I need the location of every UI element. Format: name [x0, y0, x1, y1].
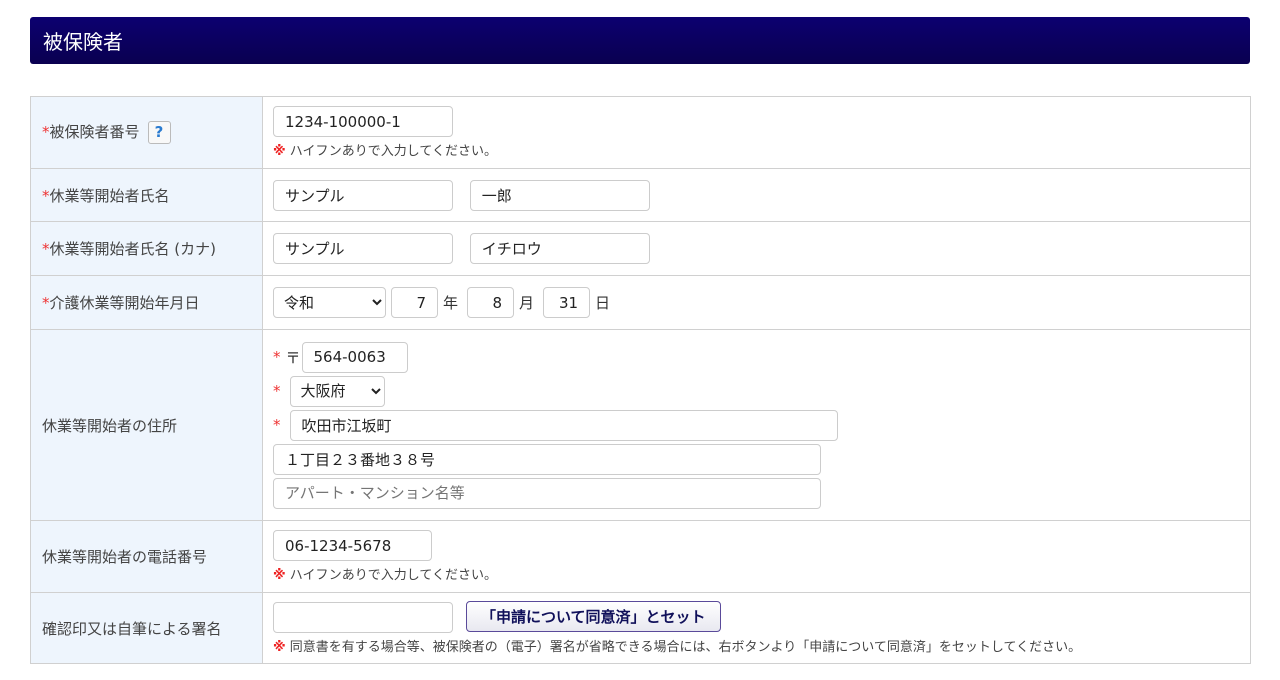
day-unit: 日 [595, 294, 611, 312]
era-select[interactable]: 令和 [273, 287, 386, 318]
note: ハイフンありで入力してください。 [289, 568, 498, 583]
section-header: 被保険者 [30, 17, 1250, 64]
help-icon[interactable]: ? [147, 121, 171, 144]
prefecture-select[interactable]: 大阪府 [289, 375, 385, 407]
postal-code-input[interactable] [301, 341, 408, 373]
required-mark: * [42, 123, 50, 141]
label: 休業等開始者の電話番号 [30, 520, 263, 593]
row-phone: 休業等開始者の電話番号 ※ ハイフンありで入力してください。 [30, 520, 1251, 593]
row-insured-number: *被保険者番号? ※ ハイフンありで入力してください。 [30, 96, 1251, 169]
signature-input[interactable] [273, 601, 453, 633]
set-consent-button[interactable]: 「申請について同意済」とセット [466, 601, 721, 633]
street-input[interactable] [273, 443, 821, 475]
row-kana: *休業等開始者氏名 (カナ) [30, 221, 1251, 276]
required-mark: * [42, 294, 50, 312]
insured-number-input[interactable] [273, 106, 453, 137]
note: ハイフンありで入力してください。 [289, 144, 498, 159]
last-name-input[interactable] [273, 179, 453, 211]
year-input[interactable] [391, 287, 438, 318]
note-mark: ※ [273, 144, 286, 159]
label: 休業等開始者氏名 [49, 186, 170, 205]
postal-mark: 〒 [285, 348, 301, 367]
label: 確認印又は自筆による署名 [30, 592, 263, 664]
city-input[interactable] [289, 409, 838, 441]
required-mark: * [273, 382, 281, 400]
building-input[interactable] [273, 477, 821, 509]
insured-form-table: *被保険者番号? ※ ハイフンありで入力してください。 *休業等開始者氏名 *休… [30, 96, 1251, 664]
note-mark: ※ [273, 568, 286, 583]
required-mark: * [42, 240, 50, 258]
label: 介護休業等開始年月日 [49, 294, 200, 312]
first-kana-input[interactable] [469, 233, 650, 264]
note-mark: ※ [273, 639, 286, 655]
row-address: 休業等開始者の住所 *〒 *大阪府 * [30, 329, 1251, 521]
required-mark: * [273, 348, 281, 366]
label: 被保険者番号 [49, 123, 140, 141]
row-start-date: *介護休業等開始年月日 令和 年 月 日 [30, 275, 1251, 330]
month-input[interactable] [467, 287, 515, 318]
label: 休業等開始者氏名 (カナ) [49, 240, 216, 258]
day-input[interactable] [543, 287, 591, 318]
last-kana-input[interactable] [273, 233, 453, 264]
label: 休業等開始者の住所 [30, 329, 263, 521]
year-unit: 年 [443, 294, 459, 312]
first-name-input[interactable] [469, 179, 650, 211]
row-name: *休業等開始者氏名 [30, 168, 1251, 222]
phone-input[interactable] [273, 530, 432, 561]
note: 同意書を有する場合等、被保険者の（電子）署名が省略できる場合には、右ボタンより「… [289, 639, 1082, 655]
month-unit: 月 [519, 294, 535, 312]
row-signature: 確認印又は自筆による署名 「申請について同意済」とセット ※ 同意書を有する場合等… [30, 592, 1251, 664]
required-mark: * [42, 186, 50, 205]
required-mark: * [273, 416, 281, 434]
